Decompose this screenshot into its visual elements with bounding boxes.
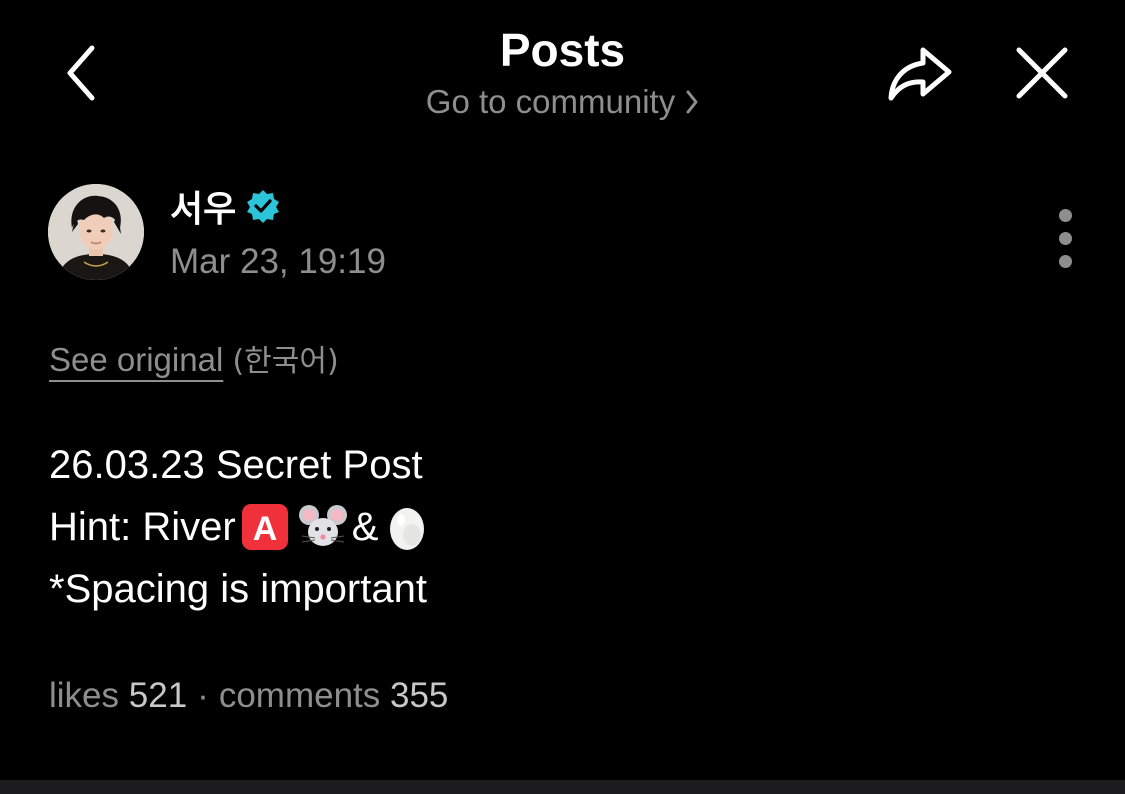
likes-count: 521 [128,676,188,715]
author-row: 서우 [170,184,280,230]
more-options-button[interactable] [1048,206,1082,270]
more-dot-icon [1058,208,1072,222]
close-button[interactable] [1006,40,1078,106]
post-header: 서우 Mar 23, 19:19 [48,184,1088,284]
translation-row: See original (한국어) [49,338,339,384]
egg-emoji [382,502,432,552]
comments-count: 355 [390,676,449,715]
ampersand-text: & [351,505,379,549]
share-forward-icon [888,47,952,101]
more-dot-icon [1058,231,1072,245]
comments-label: comments [218,676,381,715]
red-a-button-emoji: A [240,502,290,552]
hint-text: Hint: River [49,505,236,549]
mouse-face-emoji [298,502,348,552]
post-line-2: Hint: River A & [49,496,436,558]
avatar-photo [48,184,144,280]
more-dot-icon [1058,254,1072,268]
chevron-right-icon [686,90,698,114]
close-icon [1016,47,1068,99]
go-to-community-label: Go to community [425,83,676,120]
see-original-link[interactable]: See original [49,341,223,378]
post-stats: likes 521 · comments 355 [49,674,448,718]
verified-badge-icon [247,190,280,223]
likes-label: likes [49,676,120,715]
stats-separator: · [197,676,209,715]
original-language-label: (한국어) [232,344,339,379]
avatar[interactable] [48,184,144,280]
comments-stat[interactable]: comments 355 [219,676,449,715]
post-timestamp: Mar 23, 19:19 [170,242,386,281]
svg-text:A: A [252,510,277,548]
post-line-1: 26.03.23 Secret Post [49,443,423,487]
share-button[interactable] [882,40,958,106]
bottom-divider [0,780,1125,794]
likes-stat[interactable]: likes 521 [49,676,187,715]
go-to-community-link[interactable]: Go to community [426,80,699,124]
header-bar: Posts Go to community [0,0,1125,150]
post-body: 26.03.23 Secret Post Hint: River A & *Sp… [49,434,436,620]
author-name[interactable]: 서우 [170,180,236,232]
post-line-3: *Spacing is important [49,567,427,611]
